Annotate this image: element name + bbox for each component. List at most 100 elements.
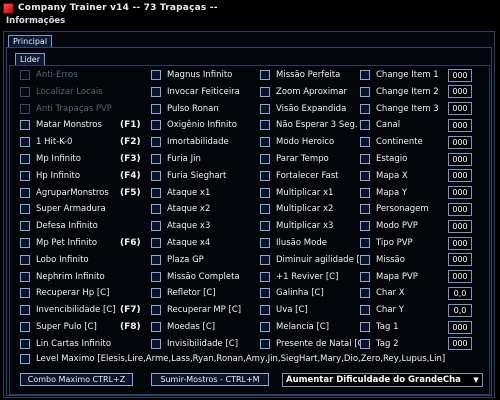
checkbox-box[interactable]: [20, 238, 30, 248]
level-max-checkbox[interactable]: Level Maximo [Elesis,Lire,Arme,Lass,Ryan…: [20, 352, 445, 366]
cheat-c4-4-checkbox[interactable]: Continente: [360, 135, 423, 149]
checkbox-box[interactable]: [260, 271, 270, 282]
checkbox-box[interactable]: [260, 338, 270, 349]
checkbox-box[interactable]: [151, 154, 161, 164]
cheat-c1-6-checkbox[interactable]: Hp Infinito: [20, 169, 80, 183]
cheat-c3-2-checkbox[interactable]: Visão Expandida: [260, 102, 346, 116]
cheat-c2-2-checkbox[interactable]: Pulso Ronan: [151, 102, 219, 116]
checkbox-box[interactable]: [20, 338, 30, 349]
value-field[interactable]: 000: [448, 102, 472, 116]
cheat-c1-13-checkbox[interactable]: Recuperar Hp [C]: [20, 286, 109, 300]
sumir-mostros-button[interactable]: Sumir-Mostros - CTRL+M: [151, 373, 269, 386]
cheat-c2-0-checkbox[interactable]: Magnus Infinito: [151, 68, 232, 82]
checkbox-box[interactable]: [260, 288, 270, 299]
value-field[interactable]: 0,0: [448, 303, 472, 317]
checkbox-box[interactable]: [20, 70, 30, 80]
value-field[interactable]: 000: [448, 135, 472, 149]
checkbox-box[interactable]: [20, 254, 30, 265]
cheat-c4-15-checkbox[interactable]: Tag 1: [360, 320, 399, 334]
checkbox-box[interactable]: [360, 103, 370, 114]
checkbox-box[interactable]: [20, 170, 30, 181]
checkbox-box[interactable]: [151, 322, 161, 332]
cheat-c3-15-checkbox[interactable]: Melancia [C]: [260, 320, 329, 334]
cheat-c4-2-checkbox[interactable]: Change Item 3: [360, 102, 439, 116]
checkbox-box[interactable]: [260, 103, 270, 114]
checkbox-box[interactable]: [360, 221, 370, 232]
checkbox-box[interactable]: [20, 120, 30, 131]
value-field[interactable]: 000: [448, 118, 472, 132]
cheat-c1-15-checkbox[interactable]: Super Pulo [C]: [20, 320, 97, 334]
cheat-c3-4-checkbox[interactable]: Modo Heroico: [260, 135, 334, 149]
value-field[interactable]: 000: [448, 85, 472, 99]
cheat-c2-16-checkbox[interactable]: Invisibilidade [C]: [151, 337, 238, 351]
cheat-c3-9-checkbox[interactable]: Multiplicar x3: [260, 219, 333, 233]
value-field[interactable]: 000: [448, 186, 472, 200]
cheat-c1-11-checkbox[interactable]: Lobo Infinito: [20, 253, 89, 267]
cheat-c3-14-checkbox[interactable]: Uva [C]: [260, 303, 308, 317]
difficulty-dropdown[interactable]: Aumentar Dificuldade do GrandeCha ▼: [282, 373, 483, 387]
checkbox-box[interactable]: [151, 170, 161, 181]
cheat-c2-1-checkbox[interactable]: Invocar Feiticeira: [151, 85, 240, 99]
checkbox-box[interactable]: [260, 86, 270, 97]
checkbox-box[interactable]: [151, 204, 161, 215]
cheat-c2-14-checkbox[interactable]: Recuperar MP [C]: [151, 303, 241, 317]
cheat-c1-2-checkbox[interactable]: Anti Trapaças PVP: [20, 102, 112, 116]
cheat-c4-11-checkbox[interactable]: Missão: [360, 253, 405, 267]
combo-maximo-button[interactable]: Combo Maximo CTRL+Z: [20, 373, 133, 386]
cheat-c3-12-checkbox[interactable]: +1 Reviver [C]: [260, 270, 338, 284]
checkbox-box[interactable]: [360, 120, 370, 131]
checkbox-box[interactable]: [151, 254, 161, 265]
cheat-c2-12-checkbox[interactable]: Missão Completa: [151, 270, 240, 284]
cheat-c1-4-checkbox[interactable]: 1 Hit-K-0: [20, 135, 72, 149]
cheat-c4-7-checkbox[interactable]: Mapa Y: [360, 186, 407, 200]
checkbox-box[interactable]: [360, 187, 370, 198]
checkbox-box[interactable]: [20, 137, 30, 148]
checkbox-box[interactable]: [20, 288, 30, 299]
value-field[interactable]: 000: [448, 152, 472, 166]
checkbox-box[interactable]: [151, 86, 161, 97]
cheat-c2-5-checkbox[interactable]: Furia Jin: [151, 152, 201, 166]
cheat-c1-1-checkbox[interactable]: Localizar Locais: [20, 85, 103, 99]
checkbox-box[interactable]: [151, 187, 161, 198]
cheat-c1-3-checkbox[interactable]: Matar Monstros: [20, 118, 102, 132]
cheat-c1-16-checkbox[interactable]: Lin Cartas Infinito: [20, 337, 111, 351]
checkbox-box[interactable]: [151, 120, 161, 131]
checkbox-box[interactable]: [360, 154, 370, 164]
value-field[interactable]: 000: [448, 202, 472, 216]
checkbox-box[interactable]: [260, 238, 270, 248]
cheat-c4-3-checkbox[interactable]: Canal: [360, 118, 400, 132]
checkbox-box[interactable]: [20, 221, 30, 232]
cheat-c4-5-checkbox[interactable]: Estagio: [360, 152, 407, 166]
checkbox-box[interactable]: [360, 70, 370, 80]
value-field[interactable]: 000: [448, 270, 472, 284]
cheat-c2-8-checkbox[interactable]: Ataque x2: [151, 202, 210, 216]
checkbox-box[interactable]: [260, 187, 270, 198]
cheat-c4-6-checkbox[interactable]: Mapa X: [360, 169, 408, 183]
cheat-c2-6-checkbox[interactable]: Furia Sieghart: [151, 169, 226, 183]
checkbox-box[interactable]: [151, 338, 161, 349]
checkbox-box[interactable]: [20, 305, 30, 316]
cheat-c2-4-checkbox[interactable]: Imortabilidade: [151, 135, 229, 149]
checkbox-box[interactable]: [151, 238, 161, 248]
checkbox-box[interactable]: [360, 305, 370, 316]
checkbox-box[interactable]: [20, 354, 30, 364]
cheat-c1-7-checkbox[interactable]: AgruparMonstros: [20, 186, 109, 200]
cheat-c2-11-checkbox[interactable]: Plaza GP: [151, 253, 204, 267]
checkbox-box[interactable]: [360, 271, 370, 282]
checkbox-box[interactable]: [260, 221, 270, 232]
checkbox-box[interactable]: [360, 86, 370, 97]
title-bar[interactable]: Company Trainer v14 -- 73 Trapaças --: [0, 0, 500, 16]
chevron-down-icon[interactable]: ▼: [470, 374, 482, 386]
checkbox-box[interactable]: [151, 70, 161, 80]
cheat-c4-16-checkbox[interactable]: Tag 2: [360, 337, 399, 351]
checkbox-box[interactable]: [20, 86, 30, 97]
checkbox-box[interactable]: [360, 238, 370, 248]
value-field[interactable]: 0,0: [448, 286, 472, 300]
checkbox-box[interactable]: [151, 305, 161, 316]
cheat-c2-15-checkbox[interactable]: Moedas [C]: [151, 320, 215, 334]
checkbox-box[interactable]: [151, 137, 161, 148]
checkbox-box[interactable]: [260, 154, 270, 164]
value-field[interactable]: 000: [448, 337, 472, 351]
cheat-c4-8-checkbox[interactable]: Personagem: [360, 202, 429, 216]
checkbox-box[interactable]: [260, 120, 270, 131]
